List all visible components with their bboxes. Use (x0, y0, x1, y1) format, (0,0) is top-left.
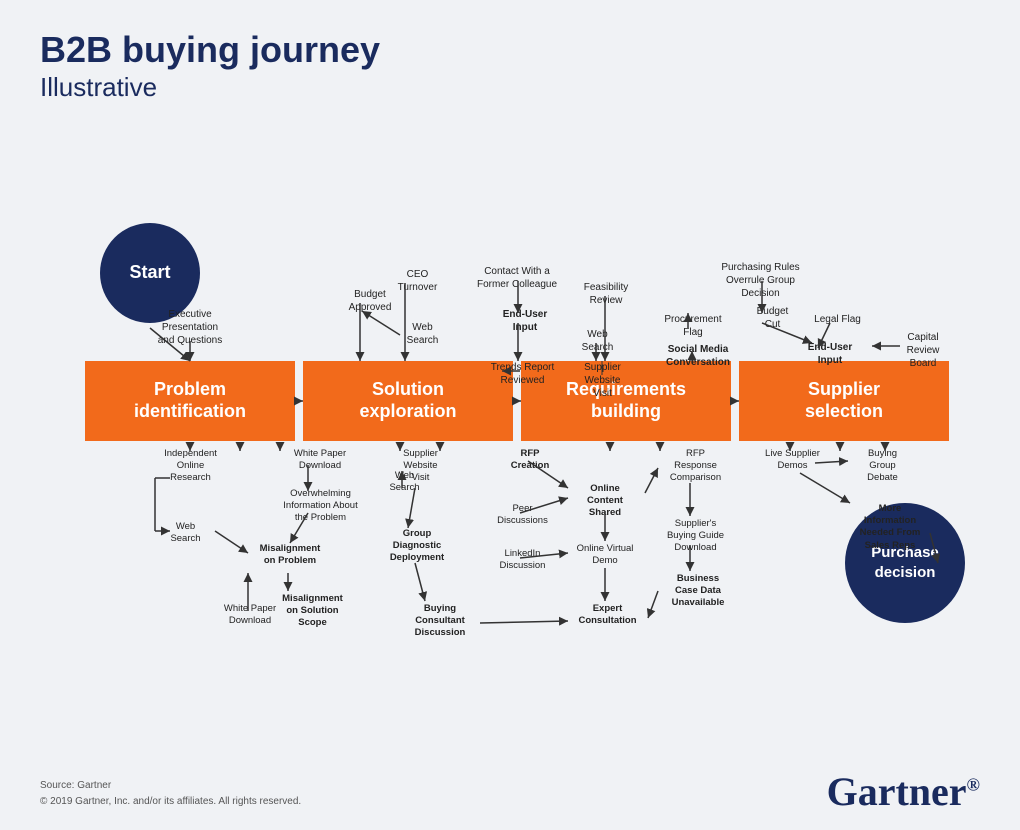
online-content-shared: OnlineContentShared (570, 483, 640, 520)
end-user-input-1: End-UserInput (490, 308, 560, 334)
stage-problem: Problemidentification (85, 361, 295, 441)
group-diagnostic: GroupDiagnosticDeployment (377, 528, 457, 565)
rfp-response: RFPResponseComparison (658, 448, 733, 485)
logo-text: Gartner (827, 769, 967, 814)
overwhelming-info: OverwhelmingInformation Aboutthe Problem (278, 488, 363, 525)
misalignment-solution: Misalignmenton SolutionScope (270, 593, 355, 630)
legal-flag: Legal Flag (810, 313, 865, 326)
social-media: Social MediaConversation (658, 343, 738, 369)
copyright-text: © 2019 Gartner, Inc. and/or its affiliat… (40, 794, 301, 810)
web-search-bottom: WebSearch (158, 521, 213, 546)
capital-review: CapitalReviewBoard (888, 331, 958, 370)
rfp-creation: RFPCreation (500, 448, 560, 473)
title-main: B2B buying journey (40, 30, 980, 70)
misalignment-problem: Misalignmenton Problem (250, 543, 330, 568)
stage-solution: Solutionexploration (303, 361, 513, 441)
stage-supplier: Supplierselection (739, 361, 949, 441)
purchasing-rules: Purchasing RulesOverrule Group Decision (708, 261, 813, 300)
footer: Source: Gartner © 2019 Gartner, Inc. and… (40, 778, 301, 810)
white-paper-1: White PaperDownload (285, 448, 355, 473)
independent-online: IndependentOnlineResearch (158, 448, 223, 485)
supplier-website-b: SupplierWebsiteVisit (388, 448, 453, 485)
web-search-top-2: WebSearch (570, 328, 625, 354)
suppliers-guide: Supplier'sBuying GuideDownload (658, 518, 733, 555)
gartner-logo: Gartner® (827, 768, 980, 815)
linkedin-discussion: LinkedInDiscussion (490, 548, 555, 573)
expert-consultation: ExpertConsultation (570, 603, 645, 628)
main-container: B2B buying journey Illustrative Start Pr… (0, 0, 1020, 830)
end-user-input-2: End-UserInput (795, 341, 865, 367)
diagram-area: Start Problemidentification Solutionexpl… (40, 113, 980, 723)
buying-consultant: BuyingConsultantDiscussion (400, 603, 480, 640)
feasibility-review: FeasibilityReview (570, 281, 642, 307)
supplier-website-top: SupplierWebsiteVisit (570, 361, 635, 400)
trends-report: Trends ReportReviewed (485, 361, 560, 387)
ceo-turnover: CEOTurnover (385, 268, 450, 294)
live-supplier-demos: Live SupplierDemos (760, 448, 825, 473)
buying-group-debate: BuyingGroupDebate (850, 448, 915, 485)
web-search-top-1: WebSearch (395, 321, 450, 347)
more-info-needed: MoreInformationNeeded FromSales Reps (850, 503, 930, 552)
peer-discussions: PeerDiscussions (490, 503, 555, 528)
online-virtual-demo: Online VirtualDemo (570, 543, 640, 568)
budget-cut: BudgetCut (745, 305, 800, 331)
title-sub: Illustrative (40, 72, 980, 103)
procurement-flag: ProcurementFlag (653, 313, 733, 339)
contact-former-colleague: Contact With aFormer Colleague (472, 265, 562, 291)
business-case: BusinessCase DataUnavailable (658, 573, 738, 610)
start-label: Start (129, 262, 170, 283)
source-text: Source: Gartner (40, 778, 301, 794)
exec-presentation: ExecutivePresentationand Questions (145, 308, 235, 347)
